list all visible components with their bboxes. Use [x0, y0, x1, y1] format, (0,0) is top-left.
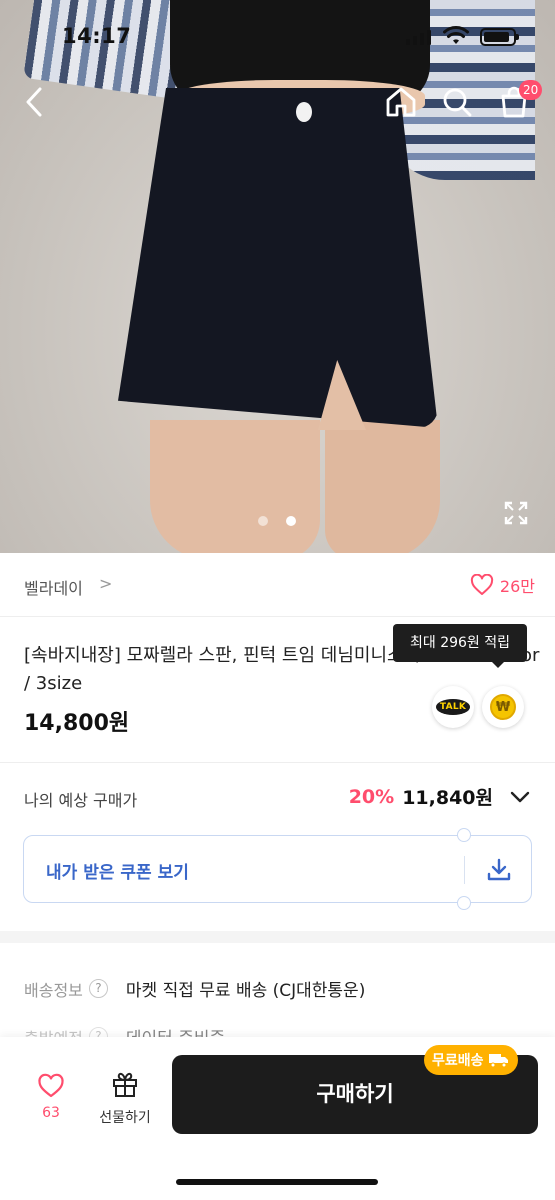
expected-discount: 20% — [348, 785, 395, 808]
status-time: 14:17 — [62, 24, 132, 48]
pagination-dot-active[interactable] — [286, 516, 296, 526]
coin-icon: ₩ — [490, 694, 516, 720]
image-leg-left — [150, 420, 320, 553]
chevron-down-icon — [510, 791, 530, 802]
points-tooltip: 최대 296원 적립 — [393, 624, 527, 668]
gallery-pagination — [258, 516, 296, 526]
truck-icon — [488, 1054, 508, 1068]
cart-count-badge: 20 — [519, 80, 543, 100]
heart-icon — [470, 574, 494, 595]
coupon-notch — [457, 896, 471, 910]
search-button[interactable] — [437, 80, 477, 124]
download-icon[interactable] — [485, 856, 513, 884]
shipping-info-row: 배송정보 ? 마켓 직접 무료 배송 (CJ대한통운) — [24, 976, 365, 1001]
shipping-info-value: 마켓 직접 무료 배송 (CJ대한통운) — [125, 981, 366, 1001]
expand-icon[interactable] — [503, 500, 529, 526]
chevron-left-icon — [26, 87, 42, 117]
store-like-count: 26만 — [499, 577, 535, 596]
expected-price-value: 11,840원 — [402, 787, 493, 809]
gift-icon — [113, 1072, 137, 1097]
points-button[interactable]: ₩ — [482, 686, 524, 728]
expected-price-toggle[interactable]: 20% 11,840원 — [349, 783, 531, 810]
talk-button[interactable]: TALK — [432, 686, 474, 728]
store-chevron[interactable]: > — [99, 574, 112, 593]
talk-icon: TALK — [435, 699, 471, 715]
battery-icon — [480, 28, 519, 46]
home-button[interactable] — [381, 80, 421, 124]
home-icon — [386, 87, 416, 117]
shipping-info-label: 배송정보 — [24, 980, 83, 1000]
product-price: 14,800원 — [24, 711, 130, 736]
expected-price-label: 나의 예상 구매가 — [24, 791, 138, 810]
gift-button[interactable]: 선물하기 — [92, 1069, 158, 1127]
status-bar: 14:17 — [0, 0, 555, 74]
bottom-action-bar: 63 선물하기 구매하기 무료배송 — [0, 1037, 555, 1200]
coupon-separator — [464, 856, 465, 884]
wifi-icon — [443, 26, 469, 44]
coupon-notch — [457, 828, 471, 842]
image-skirt — [118, 88, 438, 428]
pagination-dot[interactable] — [258, 516, 268, 526]
image-skirt-button — [296, 102, 312, 122]
coupon-button[interactable]: 내가 받은 쿠폰 보기 — [23, 828, 532, 910]
home-indicator[interactable] — [176, 1179, 378, 1185]
like-button[interactable]: 63 — [30, 1073, 72, 1121]
coupon-label: 내가 받은 쿠폰 보기 — [46, 863, 189, 883]
image-leg-right — [325, 420, 440, 553]
back-button[interactable] — [14, 80, 54, 124]
gift-label: 선물하기 — [99, 1110, 151, 1126]
divider — [0, 762, 555, 763]
like-count: 63 — [42, 1105, 60, 1121]
free-shipping-badge: 무료배송 — [424, 1045, 518, 1075]
search-icon — [443, 88, 472, 117]
cellular-signal-icon — [406, 30, 431, 45]
heart-icon — [38, 1073, 64, 1098]
store-row: 벨라데이 > 26만 — [0, 555, 555, 617]
store-name[interactable]: 벨라데이 — [24, 575, 83, 599]
free-shipping-label: 무료배송 — [432, 1053, 484, 1069]
help-icon[interactable]: ? — [88, 979, 108, 998]
section-divider — [0, 931, 555, 943]
store-like-button[interactable]: 26만 — [470, 573, 535, 597]
